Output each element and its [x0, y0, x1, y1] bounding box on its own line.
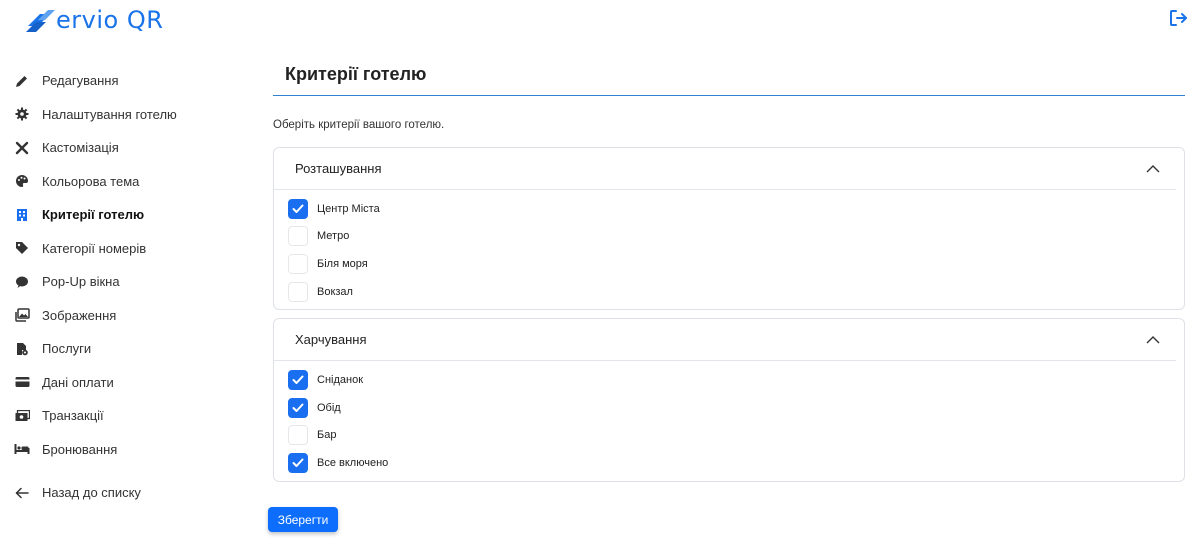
- app-logo: ervio QR: [24, 6, 163, 34]
- checkbox-checked[interactable]: [288, 452, 308, 473]
- sidebar-item-label: Критерії готелю: [42, 207, 145, 223]
- checkbox-checked[interactable]: [288, 198, 308, 219]
- gear-icon: [14, 106, 30, 122]
- tools-icon: [14, 140, 30, 156]
- section-title: Харчування: [295, 332, 367, 348]
- checkbox-checked[interactable]: [288, 370, 308, 391]
- sidebar-item-label: Дані оплати: [42, 374, 114, 390]
- sidebar-item-label: Бронювання: [42, 441, 118, 457]
- sidebar-item-transactions[interactable]: Транзакції: [14, 399, 254, 433]
- sidebar-item-label: Редагування: [42, 73, 119, 89]
- logo-mark-icon: [26, 10, 55, 32]
- criteria-option[interactable]: Бар: [288, 422, 1184, 450]
- sidebar-item-booking[interactable]: Бронювання: [14, 433, 254, 467]
- criteria-option[interactable]: Центр Міста: [288, 195, 1184, 223]
- option-label: Бар: [317, 429, 337, 442]
- palette-icon: [14, 173, 30, 189]
- check-icon: [292, 375, 304, 385]
- checkbox-unchecked[interactable]: [288, 425, 308, 446]
- sidebar-item-customization[interactable]: Кастомізація: [14, 131, 254, 165]
- chevron-up-icon: [1146, 164, 1160, 172]
- cash-icon: [14, 408, 30, 424]
- section-header-food[interactable]: Харчування: [274, 319, 1176, 362]
- criteria-option[interactable]: Вокзал: [288, 278, 1184, 306]
- sidebar-item-images[interactable]: Зображення: [14, 299, 254, 333]
- sidebar-item-label: Кастомізація: [42, 140, 119, 156]
- sidebar: Редагування Налаштування готелю Кастоміз…: [14, 64, 254, 510]
- criteria-option[interactable]: Все включено: [288, 449, 1184, 477]
- criteria-section-food: Харчування Сніданок Обід Бар Все включен…: [273, 318, 1185, 482]
- sidebar-item-label: Pop-Up вікна: [42, 274, 120, 290]
- pencil-icon: [14, 73, 30, 89]
- criteria-option[interactable]: Біля моря: [288, 250, 1184, 278]
- sidebar-item-room-categories[interactable]: Категорії номерів: [14, 232, 254, 266]
- option-label: Все включено: [317, 456, 389, 469]
- page-subtitle: Оберіть критерії вашого готелю.: [273, 119, 445, 131]
- file-gear-icon: [14, 341, 30, 357]
- option-label: Сніданок: [317, 374, 364, 387]
- chevron-up-icon: [1146, 335, 1160, 344]
- check-icon: [292, 204, 304, 213]
- option-label: Метро: [317, 230, 350, 243]
- section-header-location[interactable]: Розташування: [274, 148, 1176, 190]
- sidebar-item-label: Категорії номерів: [42, 240, 147, 256]
- credit-card-icon: [14, 374, 30, 390]
- option-label: Біля моря: [317, 257, 368, 270]
- section-title: Розташування: [295, 161, 382, 176]
- sidebar-item-label: Кольорова тема: [42, 173, 140, 189]
- checkbox-unchecked[interactable]: [288, 281, 308, 302]
- building-icon: [14, 207, 30, 223]
- sidebar-item-payment-data[interactable]: Дані оплати: [14, 366, 254, 400]
- checkbox-unchecked[interactable]: [288, 253, 308, 274]
- option-label: Центр Міста: [317, 202, 380, 215]
- sidebar-item-editing[interactable]: Редагування: [14, 64, 254, 98]
- checkbox-checked[interactable]: [288, 397, 308, 418]
- sidebar-item-services[interactable]: Послуги: [14, 332, 254, 366]
- checkbox-unchecked[interactable]: [288, 226, 308, 247]
- back-to-list-link[interactable]: Назад до списку: [14, 476, 254, 510]
- back-to-list-label: Назад до списку: [42, 485, 141, 501]
- criteria-option[interactable]: Метро: [288, 223, 1184, 251]
- tag-icon: [14, 240, 30, 256]
- save-button[interactable]: Зберегти: [268, 507, 338, 532]
- logout-icon[interactable]: [1168, 8, 1188, 28]
- main-content: Критерії готелю Оберіть критерії вашого …: [273, 56, 1185, 482]
- arrow-left-icon: [14, 485, 30, 501]
- images-icon: [14, 307, 30, 323]
- sidebar-item-label: Транзакції: [42, 408, 104, 424]
- bed-icon: [14, 441, 30, 457]
- criteria-option[interactable]: Обід: [288, 394, 1184, 422]
- option-label: Обід: [317, 401, 341, 414]
- sidebar-item-label: Зображення: [42, 307, 117, 323]
- sidebar-item-label: Послуги: [42, 341, 92, 357]
- sidebar-item-hotel-criteria[interactable]: Критерії готелю: [14, 198, 254, 232]
- sidebar-item-label: Налаштування готелю: [42, 106, 177, 122]
- check-icon: [292, 403, 304, 412]
- page-title: Критерії готелю: [273, 56, 1185, 96]
- criteria-option[interactable]: Сніданок: [288, 366, 1184, 394]
- chat-icon: [14, 274, 30, 290]
- logo-text: ervio QR: [56, 6, 164, 34]
- sidebar-item-color-theme[interactable]: Кольорова тема: [14, 165, 254, 199]
- sidebar-item-hotel-settings[interactable]: Налаштування готелю: [14, 98, 254, 132]
- criteria-section-location: Розташування Центр Міста Метро Біля моря…: [273, 147, 1185, 311]
- sidebar-item-popups[interactable]: Pop-Up вікна: [14, 265, 254, 299]
- check-icon: [292, 458, 304, 467]
- option-label: Вокзал: [317, 285, 353, 298]
